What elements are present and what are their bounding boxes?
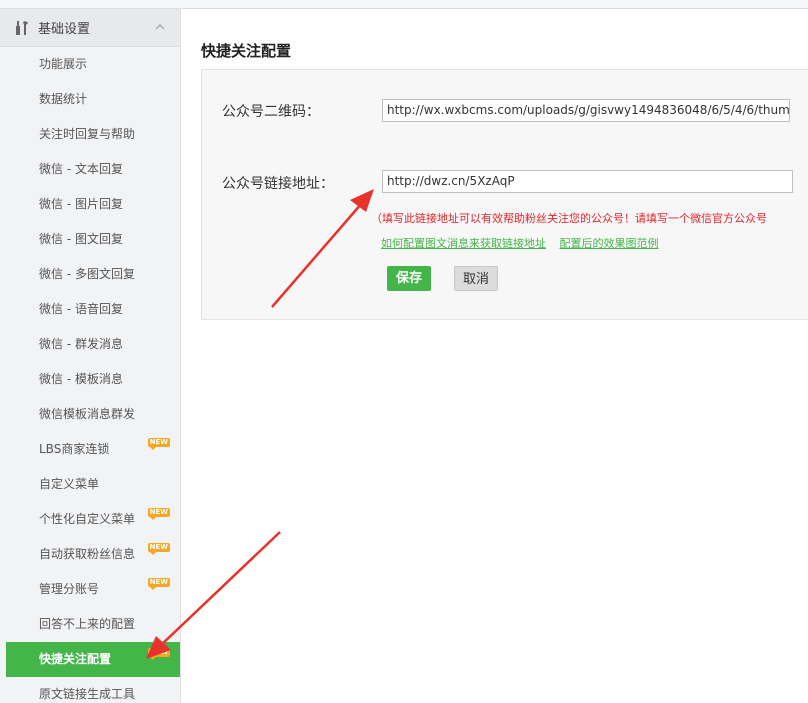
sidebar-item-label: 原文链接生成工具: [39, 687, 136, 701]
new-badge: NEW: [147, 578, 170, 590]
sidebar-item[interactable]: 个性化自定义菜单 NEW: [0, 502, 180, 537]
sidebar-item-label: LBS商家连锁: [39, 442, 110, 456]
qrcode-url-input[interactable]: http://wx.wxbcms.com/uploads/g/gisvwy149…: [382, 99, 790, 122]
config-panel: 公众号二维码： http://wx.wxbcms.com/uploads/g/g…: [201, 69, 808, 320]
sidebar-item[interactable]: 自定义菜单: [0, 467, 180, 502]
sidebar-item-label: 数据统计: [39, 92, 88, 106]
sidebar-item[interactable]: 微信 - 图片回复: [0, 187, 180, 222]
page-title: 快捷关注配置: [201, 42, 292, 60]
sidebar-item[interactable]: 功能展示: [0, 47, 180, 82]
sidebar-menu: 功能展示数据统计关注时回复与帮助 微信 - 文本回复 微信 - 图片回复 微信 - 图…: [0, 47, 180, 703]
sidebar-section-header[interactable]: 基础设置: [0, 9, 180, 47]
sidebar-item-label: 管理分账号: [39, 582, 100, 596]
sidebar-item-label: 微信 - 图片回复: [39, 197, 123, 211]
sidebar-item[interactable]: 微信模板消息群发: [0, 397, 180, 432]
help-links: 如何配置图文消息来获取链接地址 配置后的效果图范例: [381, 235, 669, 251]
sidebar-item[interactable]: 微信 - 模板消息: [0, 362, 180, 397]
sidebar-item[interactable]: 快捷关注配置 NEW: [6, 642, 180, 677]
sidebar-item[interactable]: 微信 - 群发消息: [0, 327, 180, 362]
sidebar-item-label: 微信 - 模板消息: [39, 372, 123, 386]
sidebar-item-label: 自动获取粉丝信息: [39, 547, 136, 561]
sidebar-item[interactable]: 微信 - 语音回复: [0, 292, 180, 327]
sidebar-item[interactable]: 回答不上来的配置: [0, 607, 180, 642]
sidebar-item-label: 微信 - 图文回复: [39, 232, 123, 246]
sidebar-item-label: 微信 - 群发消息: [39, 337, 123, 351]
qrcode-label: 公众号二维码：: [222, 104, 320, 120]
cancel-button[interactable]: 取消: [454, 266, 498, 291]
sidebar-item[interactable]: 微信 - 文本回复: [0, 152, 180, 187]
tools-icon: [16, 20, 28, 35]
sidebar-item-label: 个性化自定义菜单: [39, 512, 136, 526]
chevron-up-icon[interactable]: [154, 21, 166, 33]
sidebar-item[interactable]: 原文链接生成工具: [0, 677, 180, 703]
link-label: 公众号链接地址：: [222, 176, 334, 192]
new-badge: NEW: [147, 438, 170, 450]
sidebar-item-label: 关注时回复与帮助: [39, 127, 136, 141]
hint-text: （填写此链接地址可以有效帮助粉丝关注您的公众号！请填写一个微信官方公众号: [371, 212, 767, 225]
sidebar-item-label: 回答不上来的配置: [39, 617, 136, 631]
sidebar-item[interactable]: 关注时回复与帮助: [0, 117, 180, 152]
sidebar: 基础设置 功能展示数据统计关注时回复与帮助 微信 - 文本回复 微信 - 图片回复微…: [0, 9, 181, 703]
top-bar: [0, 0, 808, 9]
new-badge: NEW: [147, 508, 170, 520]
sidebar-item[interactable]: 数据统计: [0, 82, 180, 117]
sidebar-item[interactable]: 自动获取粉丝信息 NEW: [0, 537, 180, 572]
sidebar-item[interactable]: 微信 - 图文回复: [0, 222, 180, 257]
save-button[interactable]: 保存: [387, 266, 431, 291]
sidebar-item[interactable]: LBS商家连锁 NEW: [0, 432, 180, 467]
example-link[interactable]: 配置后的效果图范例: [560, 237, 659, 250]
sidebar-item-label: 自定义菜单: [39, 477, 100, 491]
new-badge: NEW: [147, 543, 170, 555]
link-url-input[interactable]: http://dwz.cn/5XzAqP: [382, 170, 793, 193]
sidebar-item[interactable]: 微信 - 多图文回复: [0, 257, 180, 292]
how-to-config-link[interactable]: 如何配置图文消息来获取链接地址: [381, 237, 546, 250]
sidebar-section-title: 基础设置: [38, 22, 91, 37]
sidebar-item[interactable]: 管理分账号 NEW: [0, 572, 180, 607]
sidebar-item-label: 快捷关注配置: [39, 652, 112, 666]
new-badge: NEW: [147, 648, 170, 660]
sidebar-item-label: 微信 - 语音回复: [39, 302, 123, 316]
sidebar-item-label: 微信 - 多图文回复: [39, 267, 135, 281]
sidebar-item-label: 微信 - 文本回复: [39, 162, 123, 176]
sidebar-item-label: 微信模板消息群发: [39, 407, 136, 421]
sidebar-item-label: 功能展示: [39, 57, 88, 71]
